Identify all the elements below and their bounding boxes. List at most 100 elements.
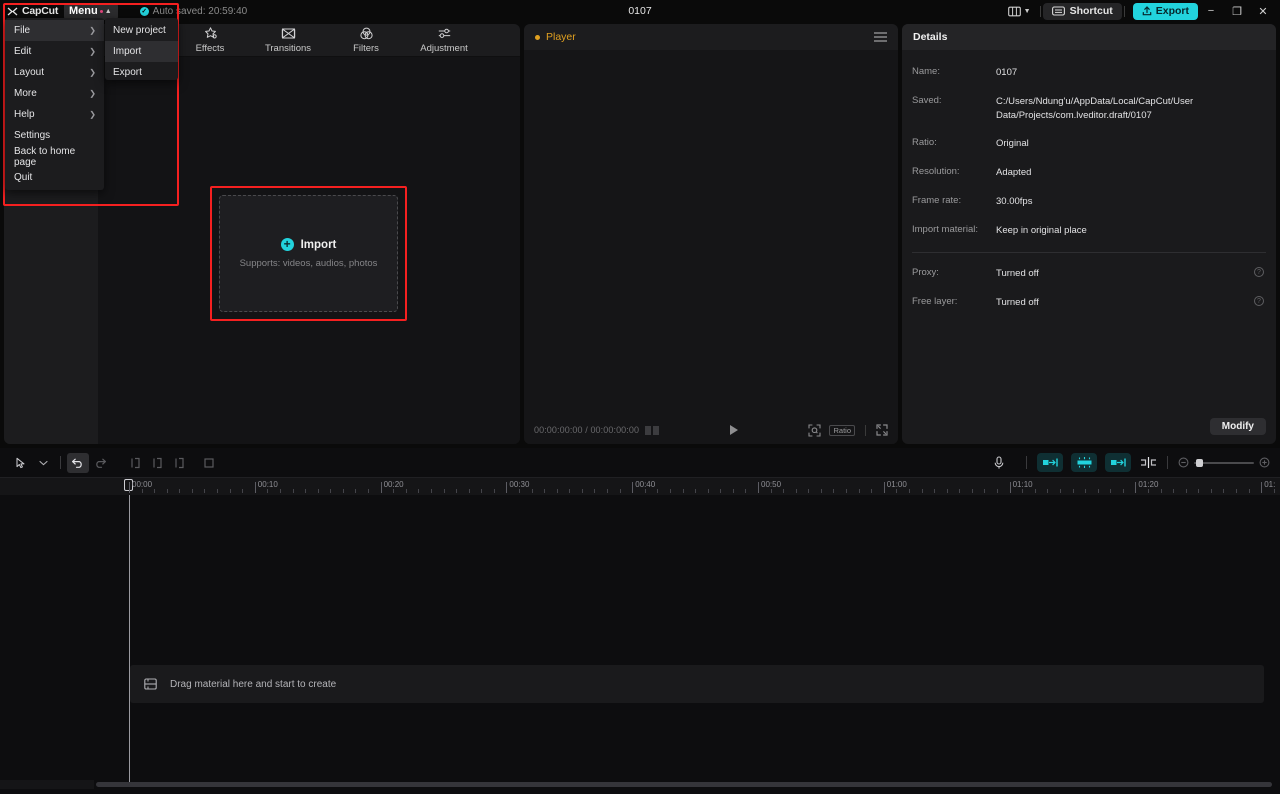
ruler-tick-major [758, 482, 759, 493]
details-header: Details [902, 24, 1276, 50]
question-mark-icon[interactable]: ? [1254, 296, 1264, 306]
split-right-icon[interactable] [146, 453, 168, 473]
zoom-track[interactable] [1194, 462, 1254, 464]
split-left-icon[interactable] [124, 453, 146, 473]
import-label: Import [301, 239, 337, 251]
ruler-tick-minor [1274, 489, 1275, 493]
ruler-tick-minor [343, 489, 344, 493]
details-value: Adapted [996, 166, 1266, 180]
details-value: Turned off [996, 267, 1246, 281]
player-viewport[interactable] [524, 50, 898, 416]
redo-icon[interactable] [89, 453, 111, 473]
scrollbar-thumb[interactable] [96, 782, 1272, 787]
amber-dot-icon [535, 35, 540, 40]
maximize-button[interactable]: ❐ [1224, 0, 1250, 22]
ruler-tick-minor [1173, 489, 1174, 493]
ruler-tick-minor [934, 489, 935, 493]
import-zone-highlight: + Import Supports: videos, audios, photo… [210, 186, 407, 321]
ruler-tick-minor [670, 489, 671, 493]
ruler-tick-minor [821, 489, 822, 493]
zoom-out-icon[interactable] [1178, 457, 1189, 468]
magnify-frame-icon[interactable] [808, 424, 821, 437]
tab-transitions[interactable]: Transitions [262, 26, 314, 54]
modify-button[interactable]: Modify [1210, 418, 1266, 435]
clip-link-right-icon[interactable] [1105, 453, 1131, 472]
chevron-down-icon[interactable] [32, 453, 54, 473]
main-menu-dropdown[interactable]: File ❯ Edit ❯ Layout ❯ More ❯ Help ❯ Set… [5, 18, 104, 190]
menu-item-file[interactable]: File ❯ [5, 20, 104, 41]
ruler-tick-minor [733, 489, 734, 493]
menu-item-help[interactable]: Help ❯ [5, 104, 104, 125]
ratio-button[interactable]: Ratio [829, 425, 855, 436]
ruler-tick-minor [1123, 489, 1124, 493]
submenu-item-export[interactable]: Export [105, 62, 178, 83]
menu-item-layout[interactable]: Layout ❯ [5, 62, 104, 83]
ruler-tick-major [381, 482, 382, 493]
ruler-label: 01: [1264, 480, 1275, 489]
menu-item-back-to-home-page[interactable]: Back to home page [5, 146, 104, 167]
menu-item-edit[interactable]: Edit ❯ [5, 41, 104, 62]
close-button[interactable]: ✕ [1250, 0, 1276, 22]
submenu-item-new-project[interactable]: New project [105, 20, 178, 41]
menu-button[interactable]: Menu ▲ [64, 3, 118, 20]
details-value: Keep in original place [996, 224, 1266, 238]
menu-item-settings[interactable]: Settings [5, 125, 104, 146]
menu-item-more[interactable]: More ❯ [5, 83, 104, 104]
menu-item-label: Layout [14, 67, 44, 78]
file-submenu-dropdown[interactable]: New project Import Export [105, 18, 178, 80]
timeline-ruler[interactable]: 00:0000:1000:2000:3000:4000:5001:0001:10… [0, 477, 1280, 495]
cursor-arrow-icon[interactable] [10, 453, 32, 473]
capcut-logo-icon [7, 7, 18, 16]
ruler-tick-minor [683, 489, 684, 493]
clip-magnet-icon[interactable] [1071, 453, 1097, 472]
zoom-knob[interactable] [1196, 459, 1203, 467]
play-button[interactable] [659, 425, 808, 435]
menu-item-quit[interactable]: Quit [5, 167, 104, 188]
tab-adjustment[interactable]: Adjustment [418, 26, 470, 54]
split-both-icon[interactable] [168, 453, 190, 473]
player-header: Player [524, 24, 898, 50]
import-action[interactable]: + Import [281, 238, 337, 251]
ruler-label: 00:20 [384, 480, 404, 489]
timeline-tracks[interactable]: Drag material here and start to create [0, 495, 1280, 775]
ruler-tick-minor [1211, 489, 1212, 493]
details-value: C:/Users/Ndung'u/AppData/Local/CapCut/Us… [996, 95, 1266, 123]
menu-badge-dot-icon [100, 10, 103, 13]
fullscreen-icon[interactable] [876, 424, 888, 436]
ruler-tick-minor [192, 489, 193, 493]
timeline-zoom-slider[interactable] [1178, 457, 1270, 468]
ruler-tick-minor [720, 489, 721, 493]
zoom-in-icon[interactable] [1259, 457, 1270, 468]
timecode-mode-icon[interactable] [645, 426, 659, 435]
submenu-item-label: Import [113, 46, 141, 57]
import-dropzone[interactable]: + Import Supports: videos, audios, photo… [219, 195, 398, 312]
microphone-icon[interactable] [988, 453, 1010, 473]
ruler-tick-minor [808, 489, 809, 493]
minimize-button[interactable]: − [1198, 0, 1224, 22]
details-label: Free layer: [912, 296, 996, 310]
ruler-label: 01:20 [1138, 480, 1158, 489]
ruler-label: 00:50 [761, 480, 781, 489]
split-clip-icon[interactable] [1135, 453, 1161, 473]
crop-icon[interactable] [198, 453, 220, 473]
layout-switch-button[interactable]: ▼ [1001, 0, 1038, 22]
chevron-right-icon: ❯ [89, 89, 96, 98]
ruler-tick-minor [305, 489, 306, 493]
undo-icon[interactable] [67, 453, 89, 473]
ruler-tick-minor [217, 489, 218, 493]
player-title-group: Player [535, 31, 576, 43]
tab-effects[interactable]: Effects [184, 26, 236, 54]
timeline-horizontal-scrollbar[interactable] [0, 780, 1280, 789]
ruler-tick-minor [1022, 489, 1023, 493]
shortcut-button[interactable]: Shortcut [1043, 3, 1122, 20]
clip-link-left-icon[interactable] [1037, 453, 1063, 472]
question-mark-icon[interactable]: ? [1254, 267, 1264, 277]
ruler-tick-minor [594, 489, 595, 493]
ruler-tick-major [1261, 482, 1262, 493]
submenu-item-import[interactable]: Import [105, 41, 178, 62]
tab-filters[interactable]: Filters [340, 26, 392, 54]
drag-material-row[interactable]: Drag material here and start to create [130, 665, 1264, 703]
hamburger-menu-icon[interactable] [874, 32, 887, 42]
player-timecode: 00:00:00:00 / 00:00:00:00 [534, 425, 639, 435]
export-button[interactable]: Export [1133, 3, 1198, 20]
